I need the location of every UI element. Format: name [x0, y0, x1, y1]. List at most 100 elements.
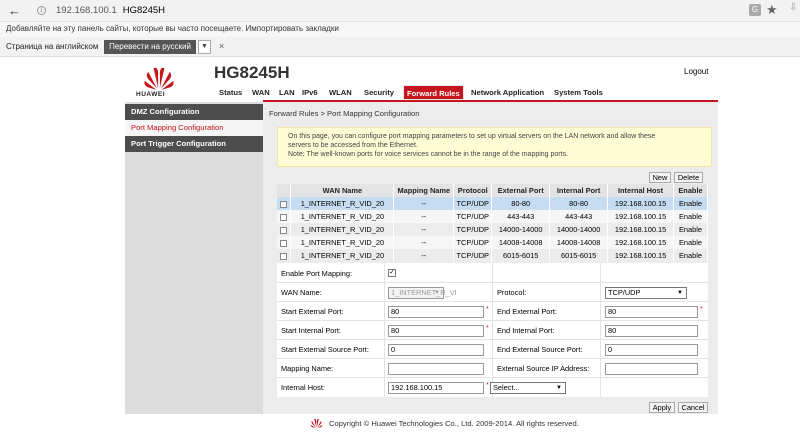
table-row[interactable]: 1_INTERNET_R_VID_20 -- TCP/UDP 80-80 80-… — [277, 197, 709, 210]
bookmark-star-icon[interactable]: ★ — [766, 2, 778, 18]
nav-forward-rules[interactable]: Forward Rules — [403, 85, 464, 100]
cell: Enable — [673, 210, 709, 223]
wan-name-value: 1_INTERNET_R_VI — [391, 288, 457, 297]
sidebar-item-dmz[interactable]: DMZ Configuration — [125, 104, 263, 120]
table-row[interactable]: 1_INTERNET_R_VID_20 -- TCP/UDP 14008-140… — [277, 236, 709, 249]
bookmarks-bar: Добавляйте на эту панель сайты, которые … — [0, 22, 800, 37]
divider — [277, 377, 708, 378]
cell: Enable — [673, 236, 709, 249]
internal-host-input[interactable]: 192.168.100.15 — [388, 382, 484, 394]
table-row[interactable]: 1_INTERNET_R_VID_20 -- TCP/UDP 443-443 4… — [277, 210, 709, 223]
delete-button[interactable]: Delete — [674, 172, 703, 183]
cancel-button[interactable]: Cancel — [678, 402, 708, 413]
mapping-form: Enable Port Mapping: ✓ WAN Name: 1_INTER… — [277, 263, 708, 397]
checkbox[interactable] — [280, 200, 288, 208]
row-checkbox[interactable] — [277, 210, 292, 223]
cell: 80-80 — [491, 197, 551, 210]
enable-port-mapping-checkbox[interactable]: ✓ — [388, 269, 396, 277]
nav-wlan[interactable]: WLAN — [329, 88, 352, 97]
info-note: On this page, you can configure port map… — [277, 127, 712, 167]
checkbox[interactable] — [280, 226, 288, 234]
cell: 14000-14000 — [491, 223, 551, 236]
nav-ipv6[interactable]: IPv6 — [302, 88, 318, 97]
cell: Enable — [673, 249, 709, 262]
row-checkbox[interactable] — [277, 249, 292, 262]
nav-lan[interactable]: LAN — [279, 88, 295, 97]
end-external-port-label: End External Port: — [497, 307, 557, 316]
start-source-port-label: Start External Source Port: — [281, 345, 369, 354]
internal-host-label: Internal Host: — [281, 383, 325, 392]
cell: -- — [393, 249, 455, 262]
close-icon[interactable]: × — [219, 41, 224, 51]
external-source-ip-input[interactable] — [605, 363, 698, 375]
end-internal-port-input[interactable]: 80 — [605, 325, 698, 337]
back-arrow-icon[interactable]: ← — [8, 3, 21, 18]
checkbox[interactable] — [280, 239, 288, 247]
end-source-port-input[interactable]: 0 — [605, 344, 698, 356]
nav-security[interactable]: Security — [364, 88, 394, 97]
bookmarks-hint[interactable]: Добавляйте на эту панель сайты, которые … — [6, 24, 339, 33]
cell: 80-80 — [549, 197, 609, 210]
table-row[interactable]: 1_INTERNET_R_VID_20 -- TCP/UDP 6015-6015… — [277, 249, 709, 262]
cell: 192.168.100.15 — [607, 223, 674, 236]
protocol-select[interactable]: TCP/UDP ▼ — [605, 287, 687, 299]
end-external-port-input[interactable]: 80 — [605, 306, 698, 318]
sidebar-item-port-mapping[interactable]: Port Mapping Configuration — [125, 120, 263, 136]
cell: 192.168.100.15 — [607, 236, 674, 249]
cell: 6015-6015 — [491, 249, 551, 262]
url-field[interactable]: 192.168.100.1 HG8245H — [56, 5, 165, 16]
start-internal-port-input[interactable]: 80 — [388, 325, 484, 337]
cell: 1_INTERNET_R_VID_20 — [290, 210, 395, 223]
download-icon[interactable]: ⇩ — [789, 2, 797, 13]
cell: 443-443 — [491, 210, 551, 223]
breadcrumb: Forward Rules > Port Mapping Configurati… — [269, 109, 420, 118]
column-header: Internal Host — [607, 184, 674, 197]
checkbox[interactable] — [280, 213, 288, 221]
cell: -- — [393, 210, 455, 223]
row-checkbox[interactable] — [277, 223, 292, 236]
sidebar-item-port-trigger[interactable]: Port Trigger Configuration — [125, 136, 263, 152]
cell: 14008-14008 — [549, 236, 609, 249]
wan-name-select[interactable]: 1_INTERNET_R_VI ▼ — [388, 287, 457, 299]
row-checkbox[interactable] — [277, 236, 292, 249]
cell: -- — [393, 236, 455, 249]
cell: 1_INTERNET_R_VID_20 — [290, 236, 395, 249]
table-row[interactable]: 1_INTERNET_R_VID_20 -- TCP/UDP 14000-140… — [277, 223, 709, 236]
divider — [277, 301, 708, 302]
translate-options-icon[interactable]: ▼ — [198, 40, 211, 54]
cell: TCP/UDP — [453, 223, 493, 236]
end-source-port-label: End External Source Port: — [497, 345, 583, 354]
required-mark: * — [700, 306, 703, 313]
translate-icon[interactable]: G — [749, 4, 761, 16]
new-button[interactable]: New — [649, 172, 671, 183]
nav-wan[interactable]: WAN — [252, 88, 270, 97]
translate-button[interactable]: Перевести на русский — [104, 40, 196, 54]
site-info-icon[interactable]: i — [37, 6, 46, 15]
cell: -- — [393, 223, 455, 236]
row-checkbox[interactable] — [277, 197, 292, 210]
divider — [277, 320, 708, 321]
sidebar: DMZ Configuration Port Mapping Configura… — [125, 102, 263, 414]
checkbox[interactable] — [280, 252, 288, 260]
apply-button[interactable]: Apply — [649, 402, 675, 413]
column-header: Internal Port — [549, 184, 609, 197]
divider — [277, 339, 708, 340]
cell: TCP/UDP — [453, 236, 493, 249]
start-external-port-input[interactable]: 80 — [388, 306, 484, 318]
nav-system-tools[interactable]: System Tools — [554, 88, 603, 97]
cell: 14008-14008 — [491, 236, 551, 249]
logout-link[interactable]: Logout — [684, 67, 708, 76]
nav-status[interactable]: Status — [219, 88, 242, 97]
cell: 14000-14000 — [549, 223, 609, 236]
main-content: Forward Rules > Port Mapping Configurati… — [263, 102, 718, 414]
start-source-port-input[interactable]: 0 — [388, 344, 484, 356]
copyright-text: Copyright © Huawei Technologies Co., Ltd… — [329, 419, 579, 428]
cell: 443-443 — [549, 210, 609, 223]
address-bar: ← i 192.168.100.1 HG8245H G ★ ⇩ — [0, 0, 800, 22]
mapping-name-input[interactable] — [388, 363, 484, 375]
note-line: On this page, you can configure port map… — [288, 133, 656, 140]
required-mark: * — [486, 325, 489, 332]
external-source-ip-label: External Source IP Address: — [497, 364, 590, 373]
nav-network-application[interactable]: Network Application — [471, 88, 544, 97]
internal-host-select[interactable]: Select... ▼ — [490, 382, 566, 394]
